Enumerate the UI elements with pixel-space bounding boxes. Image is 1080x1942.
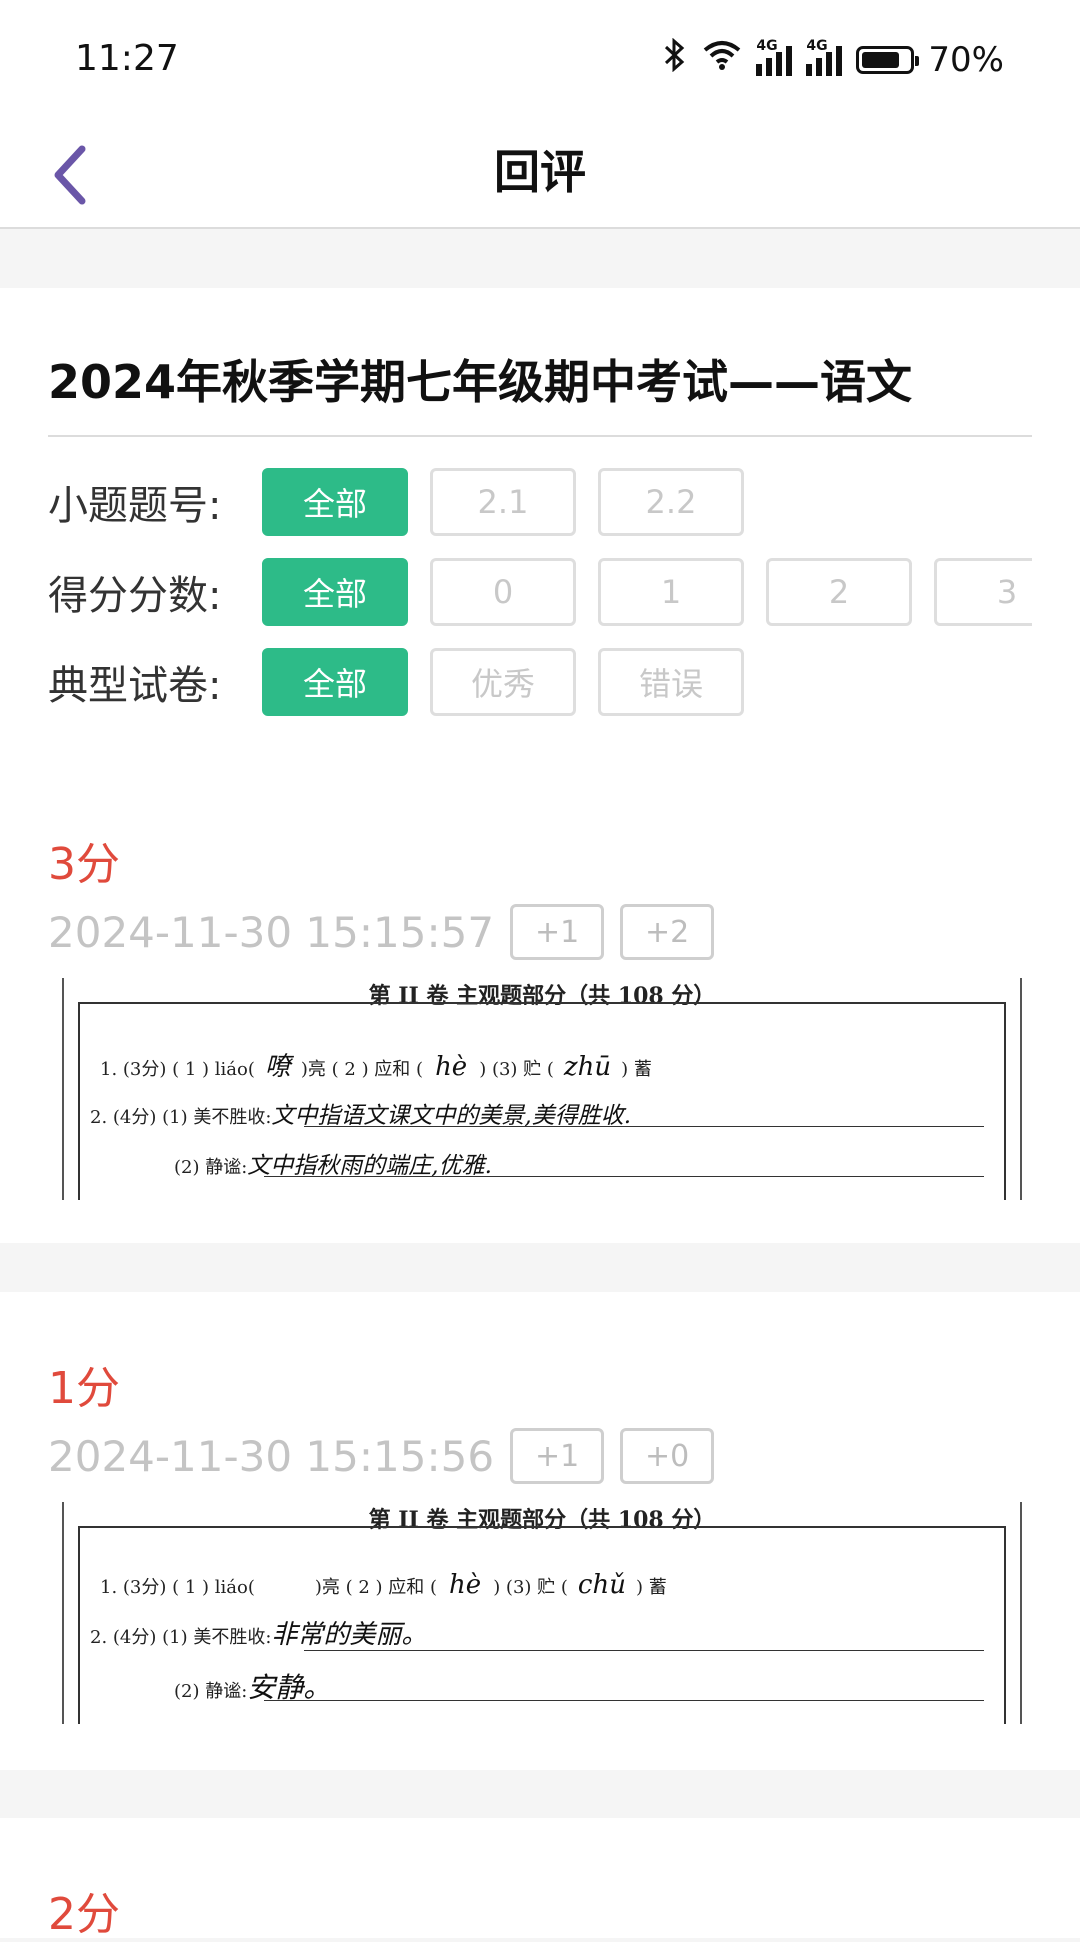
chip-score-2[interactable]: 2 <box>766 558 912 626</box>
record-score: 2分 <box>48 1889 120 1940</box>
signal-icon-2: 4G <box>806 38 843 76</box>
filter-panel: 2024年秋季学期七年级期中考试——语文 小题题号: 全部 2.1 2.2 得分… <box>0 288 1080 1243</box>
record-card: 1分 2024-11-30 15:15:56 +1 +0 第 II 卷 主观题部… <box>0 1292 1080 1770</box>
scan-q2: 2. (4分) (1) 美不胜收:非常的美丽。 <box>90 1620 428 1650</box>
filter-score-label: 得分分数: <box>48 573 222 619</box>
scan-q1: 1. (3分) ( 1 ) liáo()亮 ( 2 ) 应和 (hè) (3) … <box>100 1570 667 1600</box>
score-plus-button[interactable]: +1 <box>510 904 605 960</box>
chip-score-all[interactable]: 全部 <box>262 558 408 626</box>
divider <box>48 435 1032 437</box>
chip-score-0[interactable]: 0 <box>430 558 576 626</box>
status-time: 11:27 <box>75 38 179 79</box>
signal-icon-1: 4G <box>756 38 793 76</box>
filter-question-row: 小题题号: 全部 2.1 2.2 <box>48 466 766 538</box>
record-score: 3分 <box>48 839 120 890</box>
chip-question-all[interactable]: 全部 <box>262 468 408 536</box>
answer-scan-image[interactable]: 第 II 卷 主观题部分（共 108 分） 1. (3分) ( 1 ) liáo… <box>62 1502 1022 1724</box>
record-timestamp: 2024-11-30 15:15:57 <box>48 907 495 957</box>
chip-question-2-1[interactable]: 2.1 <box>430 468 576 536</box>
status-icons: 4G 4G 70% <box>662 38 1004 81</box>
chip-typical-excellent[interactable]: 优秀 <box>430 648 576 716</box>
score-plus-button[interactable]: +0 <box>620 1428 715 1484</box>
score-chip-scroll[interactable]: 全部 0 1 2 3 <box>262 558 1032 626</box>
record-meta: 2024-11-30 15:15:57 +1 +2 <box>48 904 730 960</box>
filter-score-row: 得分分数: 全部 0 1 2 3 <box>48 556 1032 628</box>
bluetooth-icon <box>662 37 688 81</box>
record-timestamp: 2024-11-30 15:15:56 <box>48 1431 495 1481</box>
chip-typical-all[interactable]: 全部 <box>262 648 408 716</box>
page-title: 回评 <box>494 145 586 199</box>
record-meta: 2024-11-30 15:15:56 +1 +0 <box>48 1428 730 1484</box>
nav-bar: 回评 <box>0 120 1080 229</box>
filter-question-label: 小题题号: <box>48 483 222 529</box>
filter-typical-label: 典型试卷: <box>48 663 222 709</box>
scan-q2: 2. (4分) (1) 美不胜收:文中指语文课文中的美景,美得胜收. <box>90 1103 632 1129</box>
score-plus-button[interactable]: +1 <box>510 1428 605 1484</box>
chip-question-2-2[interactable]: 2.2 <box>598 468 744 536</box>
answer-scan-image[interactable]: 第 II 卷 主观题部分（共 108 分） 1. (3分) ( 1 ) liáo… <box>62 978 1022 1200</box>
battery-icon <box>856 45 920 74</box>
status-bar: 11:27 4G 4G 70% <box>0 0 1080 120</box>
chip-typical-error[interactable]: 错误 <box>598 648 744 716</box>
scan-q3: (2) 静谧:文中指秋雨的端庄,优雅. <box>174 1153 492 1179</box>
wifi-icon <box>702 39 742 80</box>
chip-score-3[interactable]: 3 <box>934 558 1032 626</box>
filter-typical-row: 典型试卷: 全部 优秀 错误 <box>48 646 766 718</box>
battery-percent: 70% <box>928 39 1004 80</box>
chip-score-1[interactable]: 1 <box>598 558 744 626</box>
score-plus-button[interactable]: +2 <box>620 904 715 960</box>
exam-title: 2024年秋季学期七年级期中考试——语文 <box>48 355 913 409</box>
record-score: 1分 <box>48 1363 120 1414</box>
scan-q1: 1. (3分) ( 1 ) liáo(嘹)亮 ( 2 ) 应和 (hè) (3)… <box>100 1052 652 1082</box>
record-card: 2分 <box>0 1818 1080 1940</box>
